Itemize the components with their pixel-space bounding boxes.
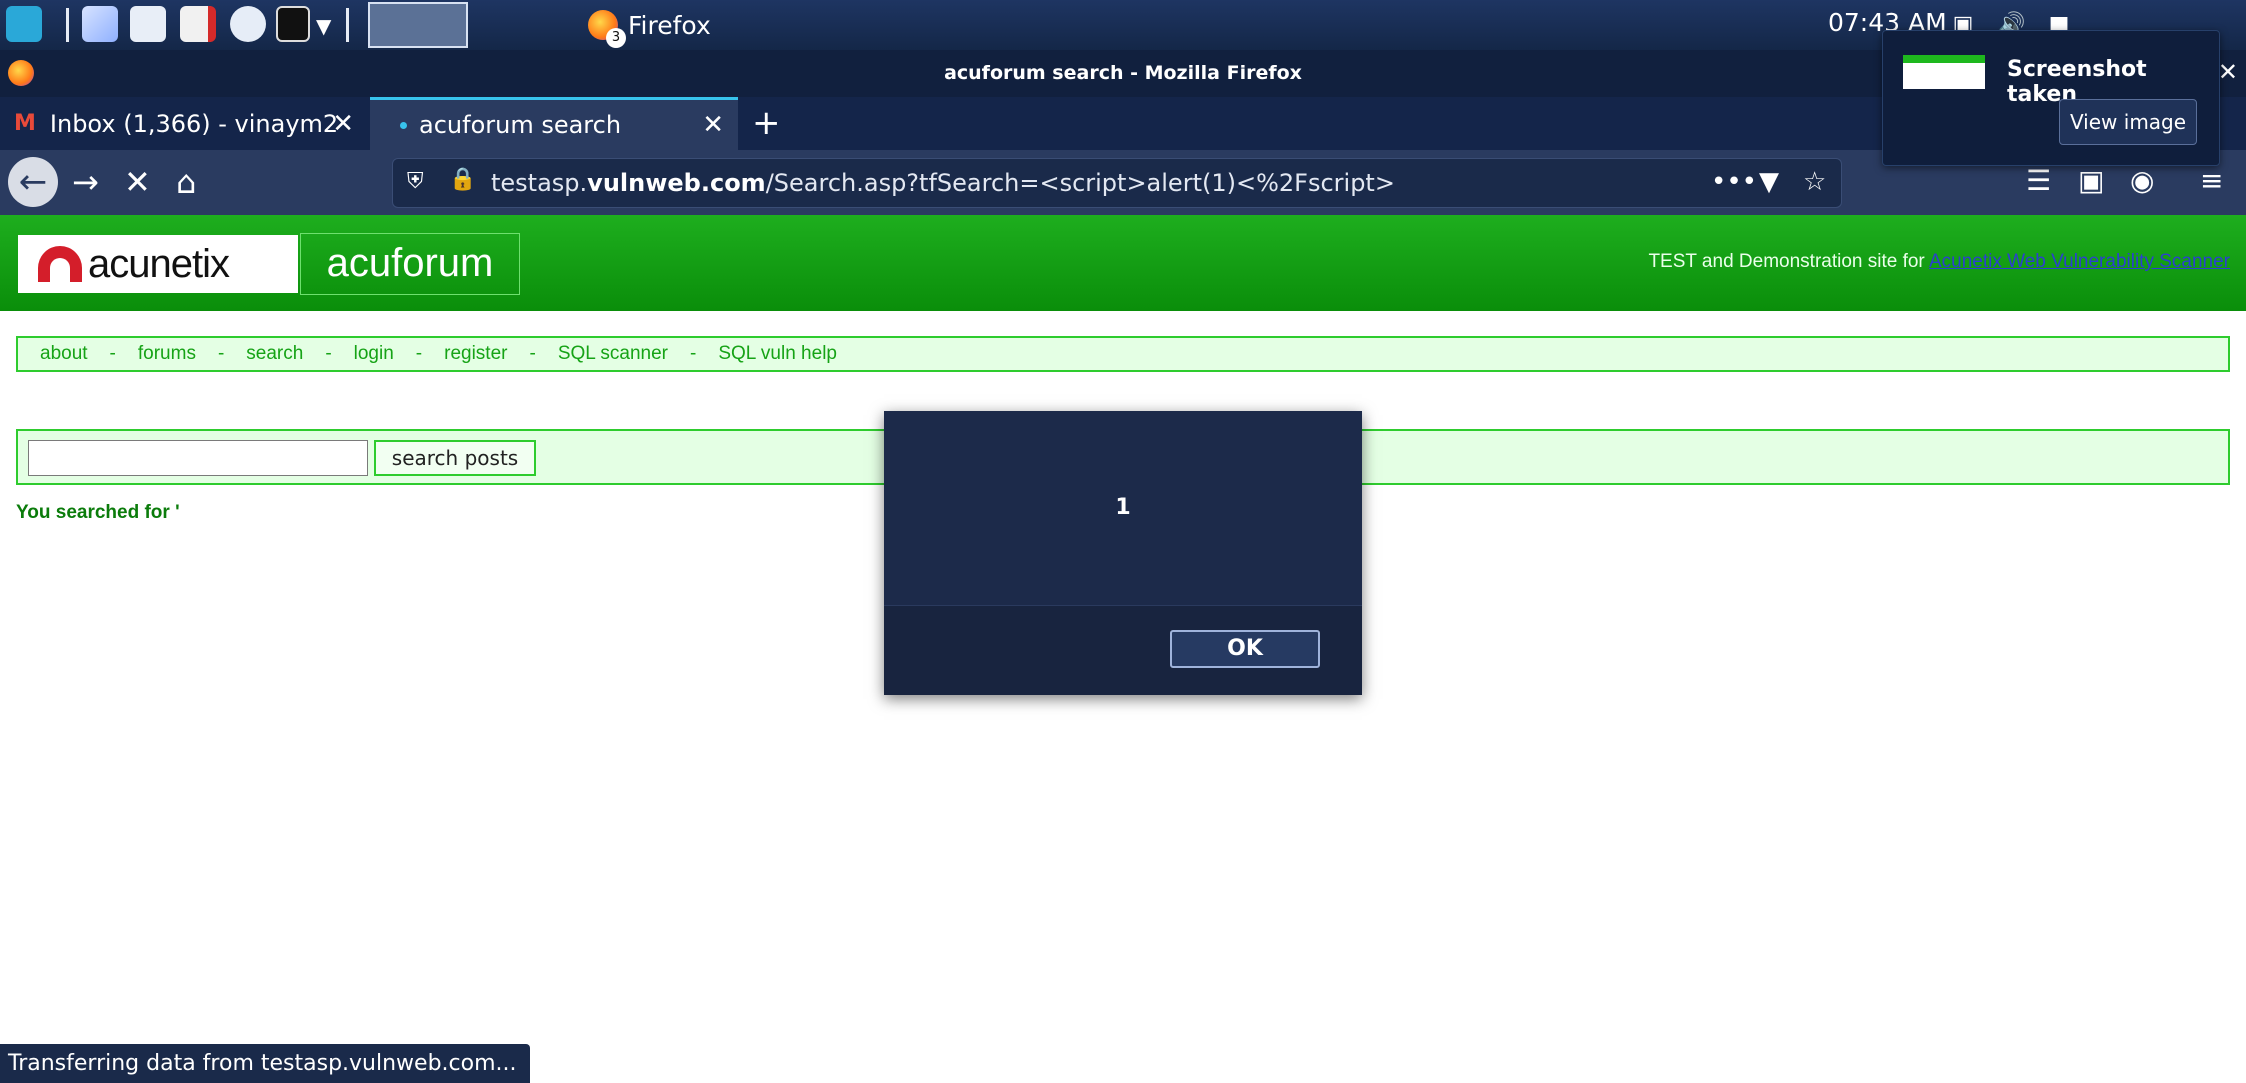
app-menu-icon[interactable] <box>6 6 42 42</box>
menu-separator: - <box>109 343 116 364</box>
site-banner: acunetix acuforum TEST and Demonstration… <box>0 215 2246 311</box>
tracking-shield-icon[interactable]: ⛨ <box>407 169 431 197</box>
show-desktop-icon[interactable] <box>82 6 118 42</box>
page-actions-icon[interactable]: ••• <box>1711 167 1757 197</box>
url-text[interactable]: testasp.vulnweb.com/Search.asp?tfSearch=… <box>491 169 1395 197</box>
search-input[interactable] <box>28 440 368 476</box>
firefox-task-label: Firefox <box>628 10 711 40</box>
menu-link-sql-vuln-help[interactable]: SQL vuln help <box>718 343 837 365</box>
panel-separator <box>66 8 69 42</box>
site-tagline: TEST and Demonstration site for Acunetix… <box>1648 251 2230 272</box>
menu-link-sql-scanner[interactable]: SQL scanner <box>558 343 668 365</box>
menu-link-login[interactable]: login <box>354 343 394 365</box>
file-manager-icon[interactable] <box>130 6 166 42</box>
window-close-icon[interactable]: ✕ <box>2218 58 2238 86</box>
insecure-lock-icon[interactable]: 🔒 <box>449 167 476 195</box>
home-button[interactable]: ⌂ <box>176 164 196 200</box>
loading-dot-icon <box>400 121 407 129</box>
screenshot-notification: Screenshot taken View image <box>1882 30 2220 166</box>
tab-acuforum-search[interactable]: acuforum search ✕ <box>370 97 738 150</box>
new-tab-icon[interactable]: + <box>752 103 781 143</box>
terminal-dropdown-icon[interactable]: ▼ <box>316 8 331 44</box>
url-bar[interactable]: ⛨ 🔒 testasp.vulnweb.com/Search.asp?tfSea… <box>392 158 1842 208</box>
search-result-text: You searched for ' <box>16 502 180 523</box>
menu-separator: - <box>529 343 536 364</box>
acunetix-scanner-link[interactable]: Acunetix Web Vulnerability Scanner <box>1929 251 2230 272</box>
library-icon[interactable]: ☰ <box>2026 164 2051 197</box>
acunetix-logo-text: acunetix <box>88 241 230 286</box>
text-editor-icon[interactable] <box>180 6 216 42</box>
firefox-icon: 3 <box>588 10 626 48</box>
menu-separator: - <box>325 343 332 364</box>
alert-dialog: 1 OK <box>884 411 1362 695</box>
tab-close-icon[interactable]: ✕ <box>332 109 354 139</box>
menu-hamburger-icon[interactable]: ≡ <box>2200 164 2223 197</box>
tab-label: Inbox (1,366) - vinaym23 <box>49 109 340 138</box>
menu-separator: - <box>690 343 697 364</box>
web-browser-icon[interactable] <box>230 6 266 42</box>
menu-separator: - <box>217 343 225 364</box>
menu-link-register[interactable]: register <box>444 343 507 365</box>
tab-close-icon[interactable]: ✕ <box>702 110 724 140</box>
acunetix-mark-icon <box>38 246 82 282</box>
firefox-badge: 3 <box>606 28 626 48</box>
view-image-button[interactable]: View image <box>2059 99 2197 145</box>
search-posts-button[interactable]: search posts <box>374 440 536 476</box>
account-icon[interactable]: ◉ <box>2130 164 2154 197</box>
screenshot-thumbnail <box>1903 55 1985 89</box>
sidebar-icon[interactable]: ▣ <box>2078 164 2104 197</box>
active-window-thumbnail[interactable] <box>368 2 468 48</box>
menu-link-about[interactable]: about <box>40 343 88 365</box>
menu-separator: - <box>415 343 423 364</box>
alert-message: 1 <box>1115 495 1131 520</box>
ok-button[interactable]: OK <box>1170 630 1320 668</box>
menu-link-search[interactable]: search <box>246 343 303 365</box>
acunetix-logo[interactable]: acunetix <box>18 235 298 293</box>
gmail-icon: M <box>14 111 36 136</box>
menu-link-forums[interactable]: forums <box>138 343 196 365</box>
tab-inbox[interactable]: M Inbox (1,366) - vinaym23 ✕ <box>0 97 368 150</box>
bookmark-star-icon[interactable]: ☆ <box>1803 167 1826 197</box>
stop-button[interactable]: ✕ <box>124 164 151 200</box>
forward-button[interactable]: → <box>72 164 99 200</box>
back-button[interactable]: ← <box>8 157 58 207</box>
pocket-icon[interactable]: ▼ <box>1759 167 1779 197</box>
panel-separator <box>346 8 349 42</box>
site-menu: about - forums - search - login - regist… <box>16 336 2230 372</box>
tab-label: acuforum search <box>419 111 622 139</box>
alert-footer: OK <box>884 605 1362 695</box>
firefox-task[interactable]: 3 Firefox <box>588 4 711 48</box>
terminal-icon[interactable] <box>276 6 310 42</box>
acuforum-logo[interactable]: acuforum <box>300 233 520 295</box>
status-bar: Transferring data from testasp.vulnweb.c… <box>0 1044 530 1083</box>
